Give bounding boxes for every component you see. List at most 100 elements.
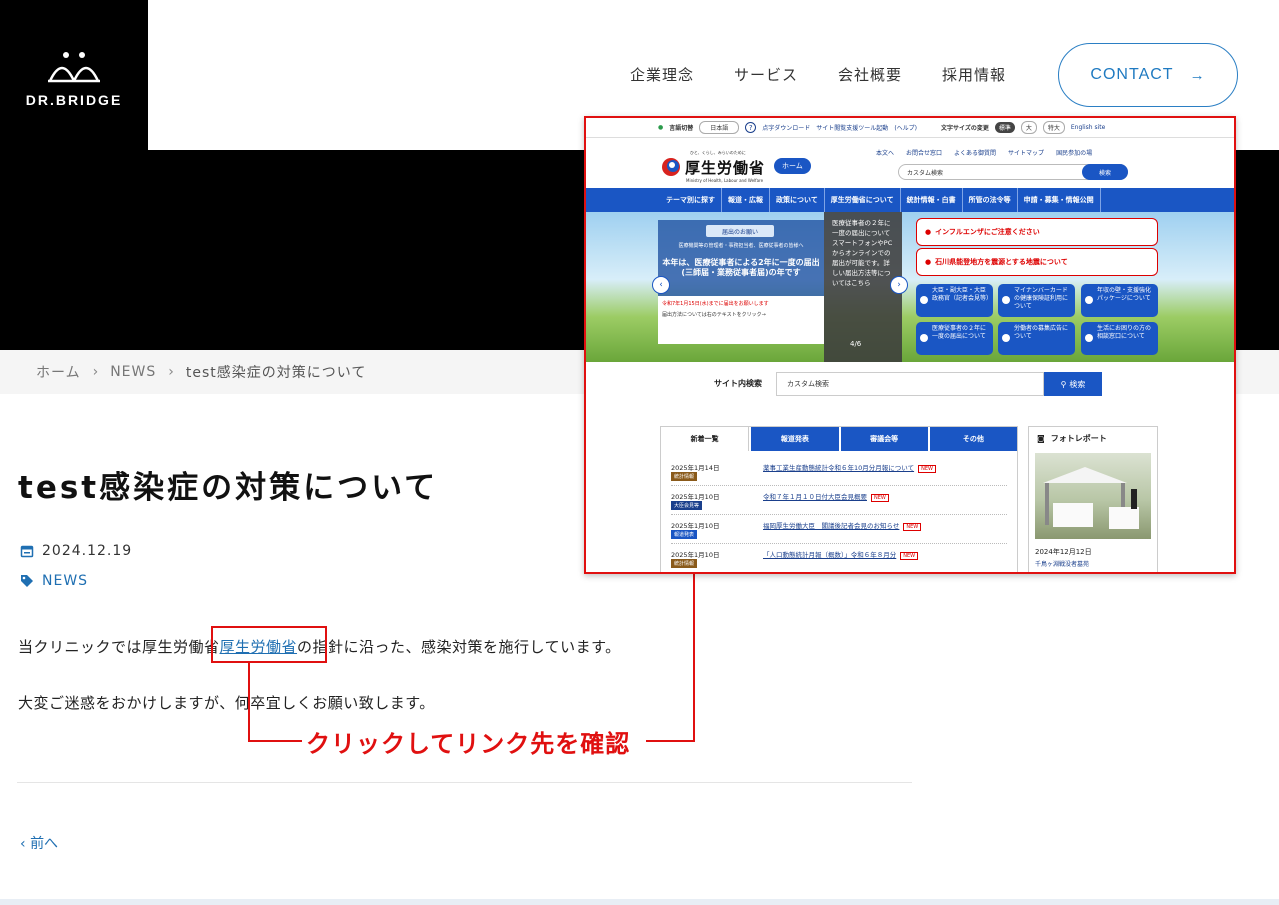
mhlw-help-link: (ヘルプ): [894, 125, 917, 132]
mhlw-photo-caption: 千鳥ヶ淵戦没者墓苑: [1035, 561, 1090, 568]
mhlw-font-standard: 標準: [994, 122, 1015, 133]
mhlw-menu-item: 所管の法令等: [963, 188, 1018, 212]
mhlw-tile-text: 年収の壁・支援強化パッケージについて: [1097, 287, 1152, 302]
mhlw-tile: 年収の壁・支援強化パッケージについて: [1081, 284, 1158, 317]
prev-label: 前へ: [30, 836, 59, 852]
mhlw-menu-item: 統計情報・白書: [901, 188, 963, 212]
mhlw-news-row: 2025年1月10日 報道発表 福岡厚生労働大臣 閣議後記者会見のお知らせ NEW: [671, 515, 1007, 544]
mhlw-menu-item: 政策について: [770, 188, 825, 212]
mhlw-banner: 届出のお願い 医療機関等の管理者・事務担当者、医療従事者の皆様へ 本年は、医療従…: [586, 212, 1234, 362]
mhlw-site-search-label: サイト内検索: [714, 379, 762, 388]
prev-post-link[interactable]: ‹ 前へ: [20, 833, 58, 853]
mhlw-news-link: 福岡厚生労働大臣 閣議後記者会見のお知らせ NEW: [763, 520, 922, 531]
help-icon: ?: [745, 122, 757, 133]
mhlw-news-row: 2025年1月14日 統計情報 薬事工業生産動態統計令和６年10月分月報について…: [671, 457, 1007, 486]
mhlw-alert: ● インフルエンザにご注意ください: [916, 218, 1158, 246]
mhlw-font-label: 文字サイズの変更: [941, 125, 989, 132]
mhlw-news-row: 2025年1月10日 統計情報 「人口動態統計月報（概数）」令和６年８月分 NEW: [671, 544, 1007, 572]
mhlw-new-badge: NEW: [903, 523, 922, 531]
mhlw-notice-detail: 令和7年1月15日(水)までに届出をお願いします 届出方法については右のテキスト…: [658, 296, 824, 344]
globe-icon: ●: [658, 124, 664, 131]
mhlw-header-search-button: 検索: [1082, 164, 1128, 180]
mhlw-header: ひと、くらし、みらいのために 厚生労働省 Ministry of Health,…: [586, 138, 1234, 188]
tile-dot-icon: [1002, 296, 1010, 304]
mhlw-photo-title-text: フォトレポート: [1050, 434, 1107, 443]
mhlw-tile-text: マイナンバーカードの健康保険証利用について: [1014, 287, 1069, 310]
mhlw-new-badge: NEW: [918, 465, 936, 473]
mhlw-link-sitemap: サイトマップ: [1008, 150, 1045, 157]
mhlw-photo-date: 2024年12月12日: [1035, 548, 1092, 556]
mhlw-tile-text: 生活にお困りの方の相談窓口について: [1097, 325, 1152, 340]
mhlw-notice: 届出のお願い 医療機関等の管理者・事務担当者、医療従事者の皆様へ 本年は、医療従…: [658, 220, 824, 344]
mhlw-photo-title: ◙ フォトレポート: [1029, 427, 1157, 450]
mhlw-header-links: 本文へ お問合せ窓口 よくある御質問 サイトマップ 国民参加の場: [876, 148, 1092, 157]
mhlw-home-button: ホーム: [774, 158, 811, 174]
mhlw-news-tabs: 新着一覧 報道発表 審議会等 その他: [661, 427, 1017, 451]
footer-edge: [0, 899, 1279, 905]
mhlw-alert: ● 石川県能登地方を震源とする地震について: [916, 248, 1158, 276]
mhlw-site-search: サイト内検索 カスタム検索 ⚲ 検索: [586, 362, 1234, 408]
mhlw-news-date: 2025年1月10日: [671, 493, 720, 501]
mhlw-news-link: 薬事工業生産動態統計令和６年10月分月報について NEW: [763, 462, 936, 473]
mhlw-tab: 新着一覧: [661, 427, 750, 451]
mhlw-screenshot: ● 言語切替 日本語 ? 点字ダウンロード サイト閲覧支援ツール起動 (ヘルプ)…: [584, 116, 1236, 574]
mhlw-tile: 労働者の募集広告について: [998, 322, 1075, 355]
mhlw-alert-text: 石川県能登地方を震源とする地震について: [935, 258, 1068, 266]
chevron-right-icon: ›: [890, 276, 908, 294]
mhlw-header-search: カスタム検索 検索: [898, 164, 1128, 180]
mhlw-photo-report: ◙ フォトレポート 2024年12月12日 千鳥ヶ淵戦没者墓苑: [1028, 426, 1158, 572]
mhlw-header-search-text: カスタム検索: [907, 169, 944, 177]
mhlw-tile: マイナンバーカードの健康保険証利用について: [998, 284, 1075, 317]
mhlw-news-text: 薬事工業生産動態統計令和６年10月分月報について: [763, 464, 915, 472]
mhlw-news-date: 2025年1月10日: [671, 551, 720, 559]
divider: [17, 782, 912, 783]
mhlw-news-list: 2025年1月14日 統計情報 薬事工業生産動態統計令和６年10月分月報について…: [661, 451, 1017, 572]
mhlw-tile: 医療従事者の２年に一度の届出について: [916, 322, 993, 355]
mhlw-link-main: 本文へ: [876, 150, 895, 157]
mhlw-font-large: 大: [1020, 121, 1037, 134]
mhlw-news-link: 令和７年１月１０日付大臣会見概要 NEW: [763, 491, 889, 502]
mhlw-news-tag: 統計情報: [671, 472, 698, 481]
mhlw-alert-text: インフルエンザにご注意ください: [935, 228, 1040, 236]
mhlw-news-text: 福岡厚生労働大臣 閣議後記者会見のお知らせ: [763, 522, 900, 530]
mhlw-notice-tag: 届出のお願い: [706, 225, 774, 237]
mhlw-news-tag: 報道発表: [671, 530, 698, 539]
mhlw-notice-note: 届出方法については右のテキストをクリック→: [662, 312, 766, 318]
mhlw-site-search-input: カスタム検索: [776, 372, 1044, 396]
mhlw-english-link: English site: [1070, 124, 1106, 131]
mhlw-link-faq: よくある御質問: [954, 150, 997, 157]
search-icon: ⚲: [1060, 379, 1067, 389]
mhlw-tab: 審議会等: [840, 427, 928, 451]
mhlw-menu-item: 報道・広報: [722, 188, 770, 212]
mhlw-tool-link: サイト閲覧支援ツール起動: [816, 125, 889, 132]
mhlw-tile-text: 大臣・副大臣・大臣政務官（記者会見等）: [932, 287, 993, 302]
mhlw-notice-sub: 医療機関等の管理者・事務担当者、医療従事者の皆様へ: [678, 243, 804, 249]
tent-icon: [1043, 467, 1139, 529]
mhlw-logo: 厚生労働省: [660, 156, 765, 178]
tile-dot-icon: [1002, 334, 1010, 342]
mhlw-notice-deadline: 令和7年1月15日(水)までに届出をお願いします: [662, 301, 769, 307]
mhlw-tab: 報道発表: [751, 427, 839, 451]
mhlw-tile: 大臣・副大臣・大臣政務官（記者会見等）: [916, 284, 993, 317]
chevron-left-icon: ‹: [20, 836, 26, 852]
alert-icon: ●: [925, 228, 932, 236]
mhlw-news-link: 「人口動態統計月報（概数）」令和６年８月分 NEW: [763, 549, 919, 560]
tile-dot-icon: [920, 334, 928, 342]
mhlw-menu-item: 厚生労働省について: [825, 188, 901, 212]
mhlw-link-participation: 国民参加の場: [1056, 150, 1093, 157]
mhlw-link-contact: お問合せ窓口: [906, 150, 943, 157]
mhlw-news-date: 2025年1月14日: [671, 464, 720, 472]
mhlw-news-row: 2025年1月10日 大臣会見等 令和７年１月１０日付大臣会見概要 NEW: [671, 486, 1007, 515]
mhlw-photo-image: [1035, 453, 1151, 539]
mhlw-tile-text: 医療従事者の２年に一度の届出について: [932, 325, 987, 340]
mhlw-tile-text: 労働者の募集広告について: [1014, 325, 1069, 340]
mhlw-slide-counter: 4/6: [850, 340, 862, 348]
mhlw-lang-label: 言語切替: [669, 125, 694, 132]
tile-dot-icon: [920, 296, 928, 304]
mhlw-logo-icon: [662, 158, 680, 176]
tile-dot-icon: [1085, 296, 1093, 304]
mhlw-menu-item: 申請・募集・情報公開: [1018, 188, 1101, 212]
mhlw-news-date: 2025年1月10日: [671, 522, 720, 530]
mhlw-braille-link: 点字ダウンロード: [762, 125, 811, 132]
mhlw-logo-text: 厚生労働省: [685, 158, 766, 177]
